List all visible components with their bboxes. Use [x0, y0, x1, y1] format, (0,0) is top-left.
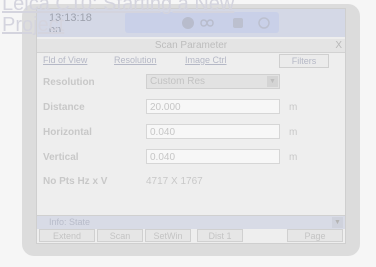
- distance-field[interactable]: 20.000: [146, 99, 280, 114]
- resolution-dropdown[interactable]: Custom Res ▼: [146, 74, 280, 89]
- scan-parameter-window: Scan Parameter X Fld of View Resolution …: [37, 39, 345, 243]
- softkey-bar: Extend Scan SetWin Dist 1 Page: [37, 229, 345, 243]
- no-pts-label: No Pts Hz x V: [43, 176, 108, 187]
- vertical-field[interactable]: 0.040: [146, 149, 280, 164]
- tab-filters[interactable]: Filters: [279, 54, 329, 68]
- device-screen: 13:13:18 on Scan Parameter X Fld of View: [36, 8, 346, 244]
- resolution-row: Resolution Custom Res ▼: [43, 74, 333, 94]
- page-title-line-1: Leica C10: Starting a New: [2, 0, 235, 15]
- no-pts-value: 4717 X 1767: [146, 176, 203, 187]
- window-title: Scan Parameter: [154, 40, 228, 51]
- setwin-button[interactable]: SetWin: [145, 229, 191, 242]
- vertical-row: Vertical 0.040 m: [43, 149, 333, 169]
- vertical-label: Vertical: [43, 152, 79, 163]
- distance-row: Distance 20.000 m: [43, 99, 333, 119]
- chevron-down-icon[interactable]: ▼: [332, 217, 343, 228]
- page-title-line-2: Project: [2, 14, 65, 36]
- tab-fld-of-view[interactable]: Fld of View: [43, 54, 87, 66]
- horizontal-unit: m: [289, 127, 298, 138]
- tab-image-ctrl[interactable]: Image Ctrl: [185, 54, 227, 66]
- tab-bar: Fld of View Resolution Image Ctrl Filter…: [43, 54, 341, 68]
- page-button[interactable]: Page: [287, 229, 343, 242]
- distance-label: Distance: [43, 102, 85, 113]
- distance-unit: m: [289, 102, 298, 113]
- resolution-value: Custom Res: [150, 76, 206, 87]
- resolution-label: Resolution: [43, 77, 95, 88]
- horizontal-field[interactable]: 0.040: [146, 124, 280, 139]
- chevron-down-icon: ▼: [267, 76, 278, 87]
- page-title-link[interactable]: Leica C10: Starting a New Project: [2, 0, 302, 36]
- horizontal-label: Horizontal: [43, 127, 92, 138]
- extend-button[interactable]: Extend: [39, 229, 95, 242]
- window-titlebar: Scan Parameter X: [37, 39, 345, 53]
- info-bar: Info: State ▼: [37, 215, 345, 229]
- horizontal-row: Horizontal 0.040 m: [43, 124, 333, 144]
- dist-1-button[interactable]: Dist 1: [197, 229, 243, 242]
- info-text: Info: State: [49, 217, 91, 227]
- vertical-unit: m: [289, 152, 298, 163]
- no-pts-row: No Pts Hz x V 4717 X 1767: [43, 173, 333, 193]
- tab-resolution[interactable]: Resolution: [114, 54, 157, 66]
- scan-button[interactable]: Scan: [97, 229, 143, 242]
- close-button[interactable]: X: [335, 39, 342, 52]
